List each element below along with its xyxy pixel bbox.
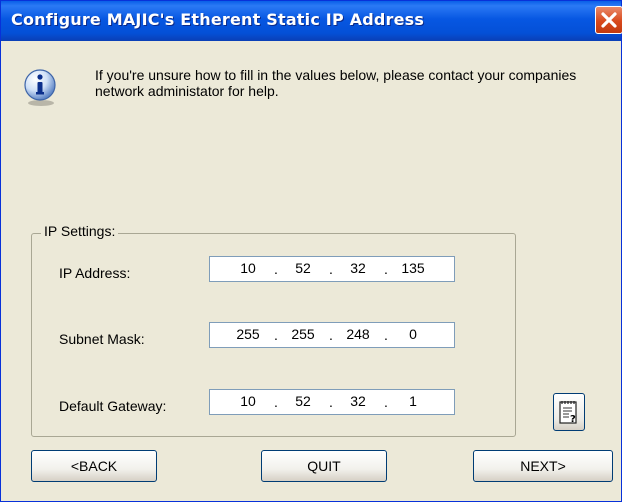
ip-settings-legend: IP Settings:: [41, 223, 119, 239]
ip-octet-3[interactable]: 32: [340, 260, 376, 276]
gateway-octet-3[interactable]: 32: [340, 393, 376, 409]
ip-address-label: IP Address:: [59, 265, 131, 281]
default-gateway-label: Default Gateway:: [59, 398, 167, 414]
gateway-octet-2[interactable]: 52: [285, 393, 321, 409]
ip-dot: .: [329, 394, 333, 410]
title-bar[interactable]: Configure MAJIC's Etherent Static IP Add…: [1, 1, 622, 41]
subnet-octet-2[interactable]: 255: [285, 326, 321, 342]
close-button[interactable]: [595, 6, 622, 34]
quit-button[interactable]: QUIT: [261, 450, 387, 482]
ip-dot: .: [274, 394, 278, 410]
notepad-help-icon: ?: [559, 401, 577, 425]
ip-dot: .: [384, 327, 388, 343]
subnet-octet-1[interactable]: 255: [230, 326, 266, 342]
dialog-window: Configure MAJIC's Etherent Static IP Add…: [0, 0, 622, 502]
subnet-mask-field[interactable]: 255 . 255 . 248 . 0: [209, 322, 455, 348]
next-button[interactable]: NEXT>: [473, 450, 613, 482]
ip-dot: .: [274, 327, 278, 343]
subnet-mask-label: Subnet Mask:: [59, 331, 145, 347]
default-gateway-field[interactable]: 10 . 52 . 32 . 1: [209, 389, 455, 415]
subnet-octet-4[interactable]: 0: [395, 326, 431, 342]
back-button[interactable]: <BACK: [31, 450, 157, 482]
ip-octet-4[interactable]: 135: [395, 260, 431, 276]
ip-dot: .: [384, 394, 388, 410]
ip-octet-1[interactable]: 10: [230, 260, 266, 276]
window-title: Configure MAJIC's Etherent Static IP Add…: [11, 10, 425, 29]
ip-octet-2[interactable]: 52: [285, 260, 321, 276]
gateway-octet-4[interactable]: 1: [395, 393, 431, 409]
ip-address-field[interactable]: 10 . 52 . 32 . 135: [209, 256, 455, 282]
help-button[interactable]: ?: [553, 393, 585, 431]
info-icon: [24, 69, 56, 106]
ip-dot: .: [274, 261, 278, 277]
ip-dot: .: [384, 261, 388, 277]
svg-text:?: ?: [570, 414, 576, 425]
ip-dot: .: [329, 261, 333, 277]
info-message: If you're unsure how to fill in the valu…: [95, 67, 577, 99]
ip-dot: .: [329, 327, 333, 343]
subnet-octet-3[interactable]: 248: [340, 326, 376, 342]
close-icon: [601, 12, 617, 28]
gateway-octet-1[interactable]: 10: [230, 393, 266, 409]
